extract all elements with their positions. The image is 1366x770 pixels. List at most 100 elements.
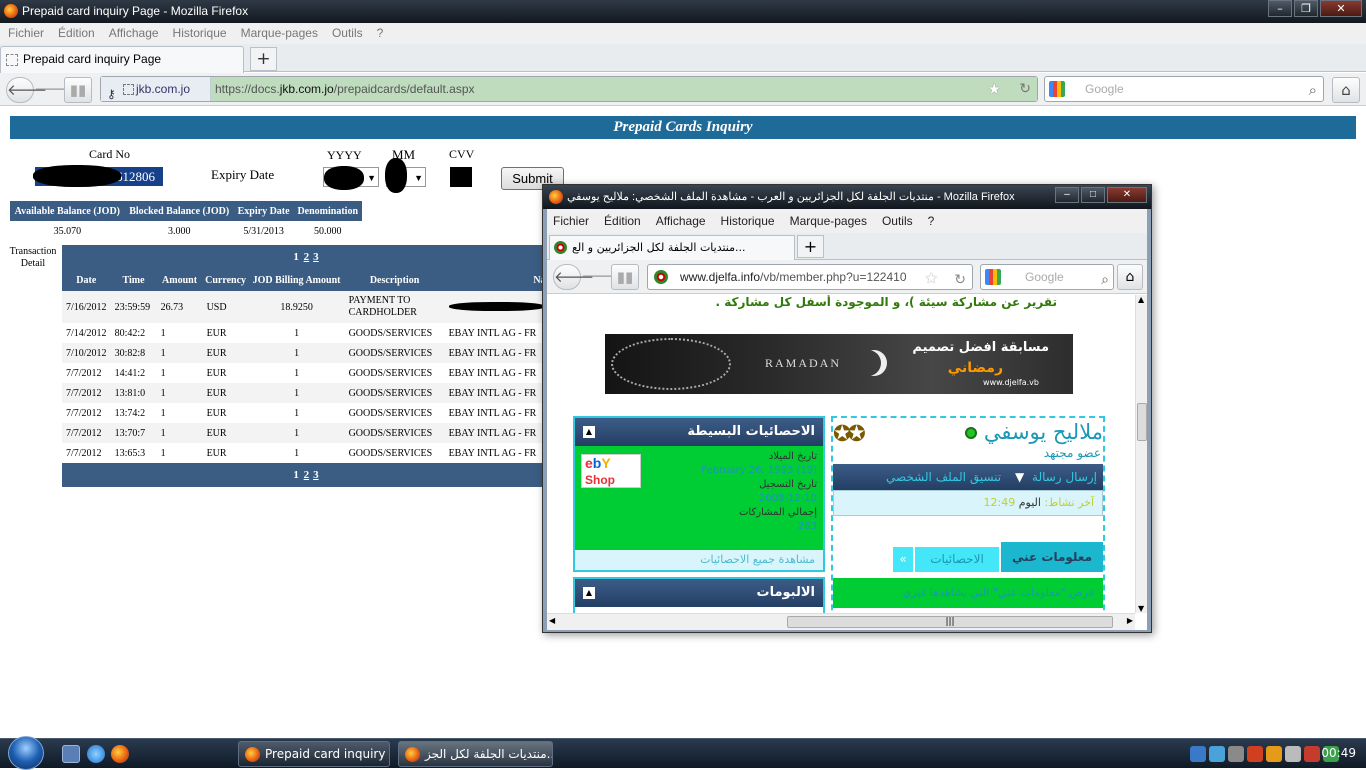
- forum-firefox-window[interactable]: منتديات الجلفة لكل الجزائريين و العرب - …: [542, 184, 1152, 633]
- cvv-field[interactable]: [450, 167, 472, 187]
- horizontal-scrollbar[interactable]: ◀ ||| ▶: [547, 613, 1135, 630]
- tray-icon[interactable]: [1304, 746, 1320, 762]
- tab-djelfa-forum[interactable]: منتديات الجلفة لكل الجزائريين و الع...: [549, 235, 795, 260]
- page-1[interactable]: 1: [293, 469, 299, 481]
- menu-historique[interactable]: Historique: [173, 23, 227, 44]
- close-button[interactable]: ✕: [1107, 187, 1147, 203]
- page-2-link[interactable]: 2: [304, 251, 310, 263]
- minimize-button[interactable]: –: [1055, 187, 1079, 203]
- menu-affichage[interactable]: Affichage: [656, 209, 706, 233]
- menu-marque-pages[interactable]: Marque-pages: [241, 23, 318, 44]
- menu-marque-pages[interactable]: Marque-pages: [790, 209, 867, 233]
- show-desktop-icon[interactable]: [62, 745, 80, 763]
- new-tab-button[interactable]: +: [250, 47, 277, 71]
- scroll-left-icon[interactable]: ◀: [549, 616, 555, 625]
- menu-affichage[interactable]: Affichage: [109, 23, 159, 44]
- search-icon[interactable]: ⌕: [1309, 79, 1317, 103]
- last-activity-label: آخر نشاط:: [1044, 496, 1094, 509]
- network-icon[interactable]: [1209, 746, 1225, 762]
- back-button[interactable]: 🡐: [553, 264, 594, 290]
- card-no-label: Card No: [89, 147, 130, 161]
- clock[interactable]: 00:49: [1321, 746, 1356, 760]
- forward-button[interactable]: 🡒: [581, 264, 621, 290]
- page-3-link[interactable]: 3: [313, 469, 319, 481]
- tray-icon[interactable]: [1228, 746, 1244, 762]
- window-titlebar: Prepaid card inquiry Page - Mozilla Fire…: [0, 0, 1366, 23]
- tx-currency: EUR: [202, 383, 249, 403]
- popup-search-input[interactable]: Google ⌕: [980, 264, 1114, 290]
- search-input[interactable]: Google ⌕: [1044, 76, 1324, 102]
- restore-button[interactable]: ❐: [1294, 0, 1318, 17]
- tx-narrative: EBAY INTL AG - FR: [444, 343, 552, 363]
- reputation-stars-icon: ✪✪: [833, 422, 866, 447]
- blocked-balance: 3.000: [167, 225, 191, 237]
- popup-client: Fichier Édition Affichage Historique Mar…: [547, 209, 1147, 630]
- tab-statistics[interactable]: الاحصائيات: [915, 547, 999, 572]
- scroll-thumb[interactable]: |||: [787, 616, 1113, 628]
- forward-button[interactable]: 🡒: [34, 77, 74, 103]
- bookmark-star-icon[interactable]: ★: [925, 267, 938, 291]
- new-tab-button[interactable]: +: [797, 235, 824, 258]
- url-domain: jkb.com.jo: [279, 82, 334, 96]
- menu-outils[interactable]: Outils: [882, 209, 913, 233]
- back-button[interactable]: 🡐: [6, 77, 47, 103]
- page-2-link[interactable]: 2: [304, 469, 310, 481]
- balance-header: Expiry Date: [233, 201, 294, 221]
- taskbar-task-prepaid[interactable]: Prepaid card inquiry P...: [238, 741, 390, 767]
- tx-jod: 1: [294, 407, 300, 419]
- collapse-icon[interactable]: ▲: [583, 587, 595, 599]
- reload-icon[interactable]: ↻: [954, 267, 966, 291]
- menu-outils[interactable]: Outils: [332, 23, 363, 44]
- tx-time: 23:59:59: [110, 291, 157, 323]
- menu-fichier[interactable]: Fichier: [8, 23, 44, 44]
- volume-icon[interactable]: [1285, 746, 1301, 762]
- tab-more-button[interactable]: «: [893, 547, 913, 572]
- tab-prepaid-card[interactable]: Prepaid card inquiry Page: [0, 46, 244, 73]
- start-button[interactable]: [8, 736, 44, 770]
- minimize-button[interactable]: –: [1268, 0, 1292, 17]
- chevron-down-icon[interactable]: ▼: [1015, 470, 1024, 484]
- tray-icon[interactable]: [1266, 746, 1282, 762]
- tx-description: GOODS/SERVICES: [348, 367, 433, 379]
- view-all-stats-link[interactable]: مشاهدة جميع الاحصائيات: [575, 550, 823, 570]
- menu-historique[interactable]: Historique: [721, 209, 775, 233]
- profile-format-link[interactable]: تنسيق الملف الشخصي: [886, 470, 1001, 484]
- popup-address-bar[interactable]: www.djelfa.info/vb/member.php?u=122410 ★…: [647, 264, 973, 290]
- close-button[interactable]: ✕: [1320, 0, 1362, 17]
- scroll-right-icon[interactable]: ▶: [1127, 616, 1133, 625]
- send-message-button[interactable]: إرسال رسالة: [1032, 470, 1097, 484]
- reload-icon[interactable]: ↻: [1019, 80, 1031, 97]
- pager-top: 1 23: [62, 245, 552, 269]
- search-icon[interactable]: ⌕: [1101, 267, 1109, 291]
- scroll-down-icon[interactable]: ▼: [1138, 604, 1144, 613]
- bookmark-star-icon[interactable]: ★: [988, 80, 1001, 98]
- vertical-scrollbar[interactable]: ▲ ▼: [1135, 295, 1147, 613]
- internet-explorer-icon[interactable]: [87, 745, 105, 763]
- maximize-button[interactable]: □: [1081, 187, 1105, 203]
- firefox-icon[interactable]: [111, 745, 129, 763]
- collapse-icon[interactable]: ▲: [583, 426, 595, 438]
- tray-icon[interactable]: [1247, 746, 1263, 762]
- url-text[interactable]: https://docs.jkb.com.jo/prepaidcards/def…: [211, 77, 1037, 101]
- scroll-up-icon[interactable]: ▲: [1138, 295, 1144, 304]
- firefox-icon: [245, 747, 260, 762]
- tab-about-me[interactable]: معلومات عني: [1001, 542, 1103, 572]
- address-bar[interactable]: ⚷ jkb.com.jo https://docs.jkb.com.jo/pre…: [100, 76, 1038, 102]
- menu-edition[interactable]: Édition: [604, 209, 641, 233]
- page-1[interactable]: 1: [293, 251, 299, 263]
- menu-help[interactable]: ?: [377, 23, 384, 44]
- tray-icon[interactable]: [1190, 746, 1206, 762]
- menu-fichier[interactable]: Fichier: [553, 209, 589, 233]
- home-button[interactable]: ⌂: [1117, 264, 1143, 290]
- home-button[interactable]: ⌂: [1332, 77, 1360, 103]
- taskbar-task-forum[interactable]: منتديات الجلفة لكل الجز...: [398, 741, 553, 767]
- page-3-link[interactable]: 3: [313, 251, 319, 263]
- menu-edition[interactable]: Édition: [58, 23, 95, 44]
- scroll-thumb[interactable]: [1137, 403, 1147, 441]
- feed-icon[interactable]: ▮▮: [611, 264, 639, 290]
- site-identity[interactable]: ⚷ jkb.com.jo: [101, 77, 211, 101]
- ramadan-banner[interactable]: RAMADAN مسابقة افضل تصميم رمضاني www.dje…: [605, 334, 1073, 394]
- menu-help[interactable]: ?: [928, 209, 935, 233]
- profile-box: ملاليح يوسفي ✪✪ عضو مجتهد إرسال رسالة ▼ …: [831, 416, 1105, 613]
- feed-icon[interactable]: ▮▮: [64, 77, 92, 103]
